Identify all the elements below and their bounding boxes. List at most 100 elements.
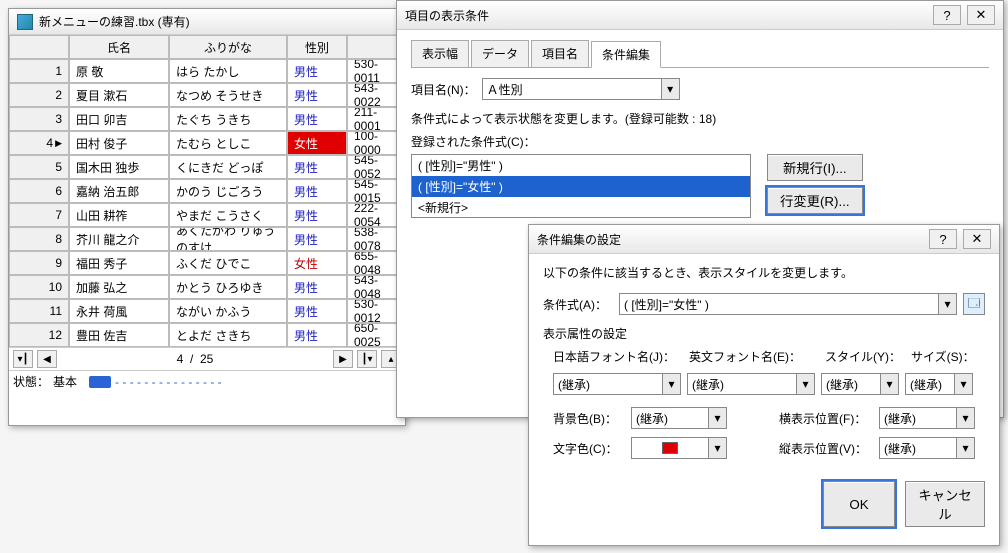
cancel-button[interactable]: キャンセル [905,481,985,527]
help-button[interactable]: ? [929,229,957,249]
name-cell[interactable]: 嘉納 治五郎 [69,179,169,203]
row-number[interactable]: 1 [9,59,69,83]
table-row[interactable]: 7 山田 耕筰 やまだ こうさく 男性 222-0054 [9,203,405,227]
sex-cell[interactable]: 男性 [287,323,347,347]
column-header[interactable]: ふりがな [169,35,287,59]
halign-select[interactable]: (継承)▾ [879,407,975,429]
sex-cell[interactable]: 男性 [287,83,347,107]
nav-next[interactable]: ▶ [333,350,353,368]
row-number[interactable]: 11 [9,299,69,323]
zip-cell[interactable]: 650-0025 [347,323,399,347]
kana-cell[interactable]: やまだ こうさく [169,203,287,227]
zip-cell[interactable]: 222-0054 [347,203,399,227]
kana-cell[interactable]: くにきだ どっぽ [169,155,287,179]
row-number[interactable]: 10 [9,275,69,299]
table-row[interactable]: 6 嘉納 治五郎 かのう じごろう 男性 545-0015 [9,179,405,203]
ok-button[interactable]: OK [823,481,895,527]
sex-cell[interactable]: 男性 [287,179,347,203]
row-number[interactable]: 9 [9,251,69,275]
kana-cell[interactable]: ふくだ ひでこ [169,251,287,275]
sex-cell[interactable]: 男性 [287,203,347,227]
sex-cell[interactable]: 男性 [287,107,347,131]
sex-cell[interactable]: 男性 [287,155,347,179]
name-cell[interactable]: 夏目 漱石 [69,83,169,107]
bgcolor-select[interactable]: (継承)▾ [631,407,727,429]
kana-cell[interactable]: かのう じごろう [169,179,287,203]
row-number[interactable]: 7 [9,203,69,227]
table-row[interactable]: 12 豊田 佐吉 とよだ さきち 男性 650-0025 [9,323,405,347]
valign-select[interactable]: (継承)▾ [879,437,975,459]
close-button[interactable]: ✕ [963,229,991,249]
sex-cell[interactable]: 男性 [287,299,347,323]
style-select[interactable]: (継承)▾ [821,373,899,395]
row-number[interactable]: 4 [9,131,69,155]
zip-cell[interactable]: 530-0012 [347,299,399,323]
tab-2[interactable]: 項目名 [531,40,589,67]
help-button[interactable]: ? [933,5,961,25]
new-row-button[interactable]: 新規行(I)... [767,154,863,181]
row-number[interactable]: 12 [9,323,69,347]
table-row[interactable]: 11 永井 荷風 ながい かふう 男性 530-0012 [9,299,405,323]
zip-cell[interactable]: 543-0048 [347,275,399,299]
table-row[interactable]: 4 田村 俊子 たむら としこ 女性 100-0000 [9,131,405,155]
column-header[interactable] [9,35,69,59]
condition-listbox[interactable]: ( [性別]="男性" )( [性別]="女性" )<新規行> [411,154,751,218]
column-header[interactable]: 性別 [287,35,347,59]
condition-item[interactable]: ( [性別]="女性" ) [412,176,750,197]
zip-cell[interactable]: 530-0011 [347,59,399,83]
tab-1[interactable]: データ [471,40,529,67]
table-row[interactable]: 1 原 敬 はら たかし 男性 530-0011 [9,59,405,83]
zip-cell[interactable]: 100-0000 [347,131,399,155]
kana-cell[interactable]: ながい かふう [169,299,287,323]
zip-cell[interactable]: 655-0048 [347,251,399,275]
close-button[interactable]: ✕ [967,5,995,25]
kana-cell[interactable]: たむら としこ [169,131,287,155]
kana-cell[interactable]: はら たかし [169,59,287,83]
fgcolor-select[interactable]: ▾ [631,437,727,459]
nav-last[interactable]: ┃▾ [357,350,377,368]
jfont-select[interactable]: (継承)▾ [553,373,681,395]
row-number[interactable]: 8 [9,227,69,251]
zip-cell[interactable]: 543-0022 [347,83,399,107]
name-cell[interactable]: 芥川 龍之介 [69,227,169,251]
row-number[interactable]: 6 [9,179,69,203]
cond-expr-combo[interactable]: ( [性別]="女性" )▾ [619,293,957,315]
name-cell[interactable]: 原 敬 [69,59,169,83]
item-name-select[interactable]: Ａ性別▾ [482,78,680,100]
size-select[interactable]: (継承)▾ [905,373,973,395]
zip-cell[interactable]: 545-0015 [347,179,399,203]
table-row[interactable]: 5 国木田 独歩 くにきだ どっぽ 男性 545-0052 [9,155,405,179]
row-number[interactable]: 3 [9,107,69,131]
condition-item[interactable]: <新規行> [412,197,750,218]
kana-cell[interactable]: なつめ そうせき [169,83,287,107]
row-number[interactable]: 5 [9,155,69,179]
table-row[interactable]: 8 芥川 龍之介 あくたがわ りゅうのすけ 男性 538-0078 [9,227,405,251]
name-cell[interactable]: 豊田 佐吉 [69,323,169,347]
row-number[interactable]: 2 [9,83,69,107]
sex-cell[interactable]: 男性 [287,227,347,251]
name-cell[interactable]: 福田 秀子 [69,251,169,275]
zip-cell[interactable]: 545-0052 [347,155,399,179]
sex-cell[interactable]: 女性 [287,251,347,275]
name-cell[interactable]: 田村 俊子 [69,131,169,155]
kana-cell[interactable]: たぐち うきち [169,107,287,131]
nav-first[interactable]: ▾┃ [13,350,33,368]
name-cell[interactable]: 山田 耕筰 [69,203,169,227]
kana-cell[interactable]: とよだ さきち [169,323,287,347]
table-row[interactable]: 3 田口 卯吉 たぐち うきち 男性 211-0001 [9,107,405,131]
column-header[interactable]: 氏名 [69,35,169,59]
sex-cell[interactable]: 男性 [287,59,347,83]
name-cell[interactable]: 国木田 独歩 [69,155,169,179]
tab-0[interactable]: 表示幅 [411,40,469,67]
sex-cell[interactable]: 男性 [287,275,347,299]
zip-cell[interactable]: 211-0001 [347,107,399,131]
sex-cell[interactable]: 女性 [287,131,347,155]
efont-select[interactable]: (継承)▾ [687,373,815,395]
table-row[interactable]: 2 夏目 漱石 なつめ そうせき 男性 543-0022 [9,83,405,107]
zoom-slider[interactable]: - - - - - - - - - - - - - - - [89,375,222,389]
nav-prev[interactable]: ◀ [37,350,57,368]
kana-cell[interactable]: かとう ひろゆき [169,275,287,299]
name-cell[interactable]: 加藤 弘之 [69,275,169,299]
kana-cell[interactable]: あくたがわ りゅうのすけ [169,227,287,251]
column-header[interactable] [347,35,399,59]
